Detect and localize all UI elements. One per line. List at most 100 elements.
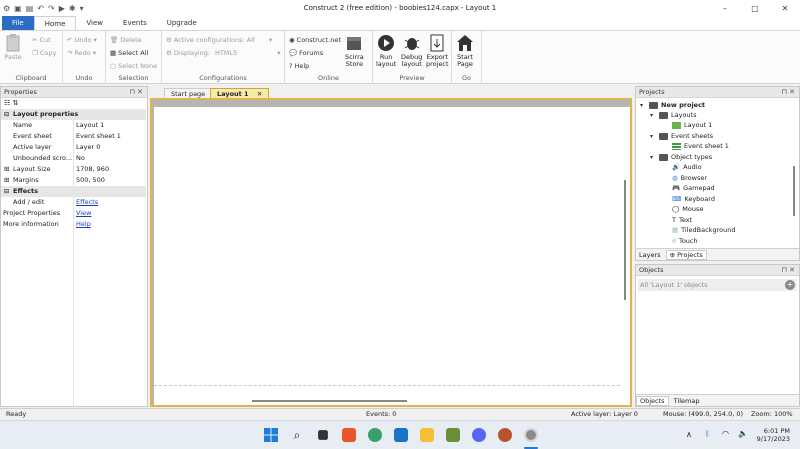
- horizontal-scrollbar[interactable]: [252, 400, 407, 402]
- tree-object[interactable]: ⌨ Keyboard: [672, 194, 715, 204]
- discord-icon[interactable]: [472, 428, 486, 442]
- app-icon[interactable]: [498, 428, 512, 442]
- tab-layout-1[interactable]: Layout 1 ✕: [210, 88, 270, 98]
- tree-event-sheet-1[interactable]: Event sheet 1: [672, 141, 729, 151]
- chevron-up-icon[interactable]: ∧: [686, 430, 692, 439]
- brave-browser-icon[interactable]: [342, 428, 356, 442]
- app-logo-icon: ⚙: [3, 3, 11, 13]
- forums-link[interactable]: 💬 Forums: [289, 49, 323, 57]
- pin-close-icons[interactable]: ⊓ ✕: [129, 87, 143, 98]
- property-row[interactable]: Project Properties View: [1, 208, 146, 219]
- redo-arrow-icon: ↷: [67, 49, 73, 57]
- help-link[interactable]: ? Help: [289, 62, 309, 70]
- tab-layers[interactable]: Layers: [636, 251, 664, 259]
- wifi-icon[interactable]: ◠: [722, 429, 729, 438]
- tree-object[interactable]: T Text: [672, 215, 692, 225]
- help-link[interactable]: Help: [76, 219, 91, 230]
- property-row[interactable]: Unbounded scro... No: [1, 153, 146, 164]
- tree-object[interactable]: ☝ Touch: [672, 236, 698, 246]
- sort-az-icon[interactable]: ⇅: [13, 99, 19, 107]
- tree-object[interactable]: ◍ Browser: [672, 173, 707, 183]
- minecraft-icon[interactable]: [446, 428, 460, 442]
- file-explorer-icon[interactable]: [420, 428, 434, 442]
- close-button[interactable]: ✕: [770, 0, 800, 16]
- copy-button[interactable]: ❐ Copy: [32, 49, 56, 57]
- edge-browser-icon[interactable]: [368, 428, 382, 442]
- configurations-group: ⚙ Active configurations: All ▾ ⚙ Displaying…: [162, 31, 285, 84]
- layout-properties-category[interactable]: ⊟ Layout properties: [1, 109, 146, 120]
- property-row[interactable]: Name Layout 1: [1, 120, 146, 131]
- redo-button[interactable]: ↷ Redo ▾: [67, 49, 96, 57]
- debug-layout-button[interactable]: Debug layout: [401, 34, 422, 68]
- task-view-icon[interactable]: [318, 430, 328, 440]
- tab-objects[interactable]: Objects: [636, 396, 669, 406]
- tree-object[interactable]: ▦ TiledBackground: [672, 225, 735, 235]
- tab-projects[interactable]: ⊕ Projects: [665, 250, 707, 260]
- clock[interactable]: 6:01 PM 9/17/2023: [756, 427, 790, 443]
- tree-root[interactable]: ▾ New project: [640, 100, 705, 110]
- undo-button[interactable]: ↶ Undo ▾: [67, 36, 97, 44]
- property-row[interactable]: Event sheet Event sheet 1: [1, 131, 146, 142]
- paste-button[interactable]: Paste: [4, 34, 22, 61]
- run-layout-button[interactable]: Run layout: [376, 34, 396, 68]
- redo-icon[interactable]: ↷: [48, 4, 55, 13]
- close-tab-icon[interactable]: ✕: [257, 90, 262, 98]
- pin-close-icons[interactable]: ⊓ ✕: [781, 87, 795, 98]
- windows-start-icon[interactable]: [264, 428, 278, 442]
- layout-editor[interactable]: [150, 98, 632, 407]
- export-project-button[interactable]: Export project: [426, 34, 449, 68]
- maximize-button[interactable]: ▢: [740, 0, 770, 16]
- cut-button[interactable]: ✂ Cut: [32, 36, 51, 44]
- vertical-scrollbar[interactable]: [624, 180, 626, 300]
- select-all-button[interactable]: ▦ Select All: [110, 49, 148, 57]
- preview-icon[interactable]: ▶: [59, 4, 65, 13]
- property-row[interactable]: ⊞ Margins 500, 500: [1, 175, 146, 186]
- construct-net-link[interactable]: ◉ Construct.net: [289, 36, 341, 44]
- property-row[interactable]: Add / edit Effects: [1, 197, 146, 208]
- view-link[interactable]: View: [76, 208, 91, 219]
- tree-layouts[interactable]: ▾ Layouts: [650, 110, 696, 120]
- tree-object[interactable]: 🎮 Gamepad: [672, 183, 715, 193]
- property-row[interactable]: ⊞ Layout Size 1708, 960: [1, 164, 146, 175]
- mail-icon[interactable]: [394, 428, 408, 442]
- dropdown-icon[interactable]: ▾: [80, 4, 84, 13]
- minimize-button[interactable]: –: [710, 0, 740, 16]
- expand-icon[interactable]: ⊞: [4, 175, 9, 186]
- active-configurations-dropdown[interactable]: ⚙ Active configurations: All ▾: [166, 36, 272, 44]
- save-icon[interactable]: ▣: [14, 4, 22, 13]
- pin-close-icons[interactable]: ⊓ ✕: [781, 265, 795, 276]
- expand-icon[interactable]: ⊞: [4, 164, 9, 175]
- open-icon[interactable]: ▤: [26, 4, 34, 13]
- tab-view[interactable]: View: [76, 16, 113, 30]
- volume-icon[interactable]: 🔈: [738, 429, 748, 438]
- bluetooth-icon[interactable]: ᛒ: [705, 429, 710, 438]
- tree-event-sheets[interactable]: ▾ Event sheets: [650, 131, 713, 141]
- start-page-button[interactable]: Start Page: [456, 34, 474, 68]
- tab-file[interactable]: File: [2, 16, 34, 30]
- add-icon[interactable]: +: [785, 280, 795, 290]
- debug-icon[interactable]: ✱: [69, 4, 76, 13]
- displaying-dropdown[interactable]: ⚙ Displaying: HTML5 ▾: [166, 49, 281, 57]
- tab-start-page[interactable]: Start page: [164, 88, 213, 98]
- delete-button[interactable]: 🗑 Delete: [110, 36, 142, 44]
- tree-object-types[interactable]: ▾ Object types: [650, 152, 712, 162]
- tab-events[interactable]: Events: [113, 16, 157, 30]
- effects-category[interactable]: ⊟ Effects: [1, 186, 146, 197]
- construct-2-taskbar-icon[interactable]: [524, 428, 538, 442]
- objects-filter-bar[interactable]: All 'Layout 1' objects +: [638, 279, 797, 291]
- select-none-button[interactable]: ▢ Select None: [110, 62, 157, 70]
- property-row[interactable]: More information Help: [1, 219, 146, 230]
- tree-scrollbar[interactable]: [793, 166, 795, 216]
- property-row[interactable]: Active layer Layer 0: [1, 142, 146, 153]
- tab-home[interactable]: Home: [33, 16, 77, 30]
- scirra-store-button[interactable]: Scirra Store: [345, 34, 364, 68]
- tree-object[interactable]: 🔊 Audio: [672, 162, 702, 172]
- categorized-icon[interactable]: ☷: [4, 99, 10, 107]
- search-icon[interactable]: ⌕: [290, 428, 304, 442]
- tab-upgrade[interactable]: Upgrade: [157, 16, 207, 30]
- undo-icon[interactable]: ↶: [37, 4, 44, 13]
- tab-tilemap[interactable]: Tilemap: [671, 397, 703, 405]
- effects-link[interactable]: Effects: [76, 197, 98, 208]
- tree-layout-1[interactable]: Layout 1: [672, 120, 712, 130]
- tree-object[interactable]: ◯ Mouse: [672, 204, 703, 214]
